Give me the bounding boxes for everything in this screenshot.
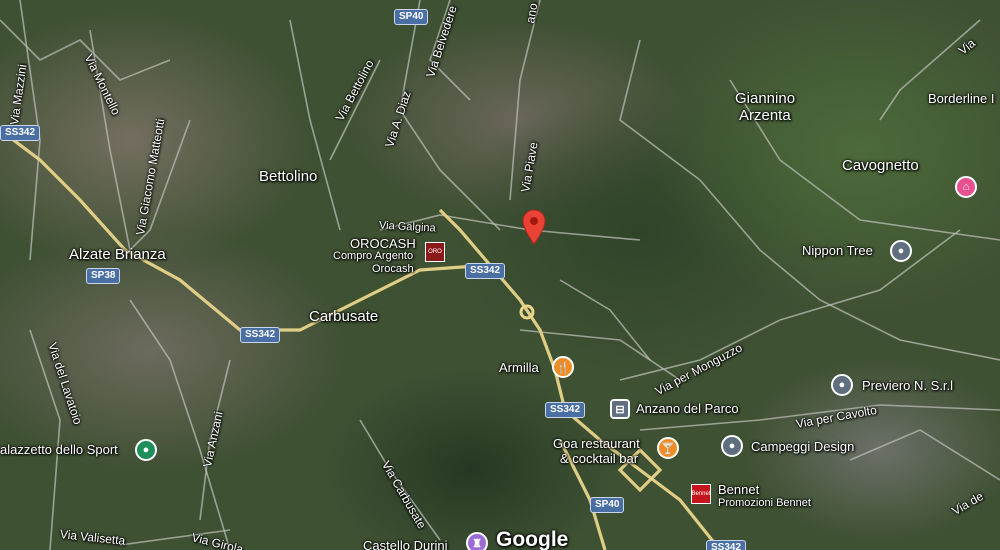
poi-previero-label[interactable]: Previero N. S.r.l (862, 378, 953, 393)
poi-armilla-label[interactable]: Armilla (499, 360, 539, 375)
poi-orocash-title[interactable]: OROCASH (350, 236, 416, 251)
train-station-icon[interactable]: ⊟ (610, 399, 630, 419)
place-cavognetto: Cavognetto (842, 157, 919, 174)
cocktail-bar-icon[interactable]: 🍸 (657, 437, 679, 459)
poi-borderline-label[interactable]: Borderline I (928, 91, 994, 106)
place-alzate-brianza: Alzate Brianza (69, 246, 166, 263)
road-shield-sp38: SP38 (86, 268, 121, 284)
location-pin-icon[interactable]: ● (890, 240, 912, 262)
poi-bennet-label[interactable]: Bennet (718, 482, 759, 497)
road-shield-ss342: SS342 (0, 125, 41, 141)
restaurant-fork-knife-icon[interactable]: 🍴 (552, 356, 574, 378)
place-carbusate: Carbusate (309, 308, 379, 325)
road-shield-sp40: SP40 (590, 497, 625, 513)
poi-palazzetto-label[interactable]: alazzetto dello Sport (0, 442, 118, 457)
road-shield-ss342: SS342 (465, 263, 506, 279)
poi-anzano-del-parco-label[interactable]: Anzano del Parco (636, 401, 739, 416)
sports-venue-pin-icon[interactable]: ● (135, 439, 157, 461)
road-shield-ss342: SS342 (706, 540, 747, 550)
landmark-castle-icon[interactable]: ♜ (466, 532, 488, 550)
satellite-map[interactable]: Alzate Brianza Bettolino Carbusate Giann… (0, 0, 1000, 550)
road-shield-sp40: SP40 (394, 9, 429, 25)
poi-bennet-subtitle: Promozioni Bennet (718, 497, 811, 509)
poi-orocash-subtitle-2: Orocash (372, 263, 414, 275)
hotel-bed-icon[interactable]: ⌂ (955, 176, 977, 198)
location-pin-icon[interactable]: ● (831, 374, 853, 396)
poi-campeggi-design-label[interactable]: Campeggi Design (751, 439, 854, 454)
place-bettolino: Bettolino (259, 168, 318, 185)
poi-orocash-subtitle: Compro Argento (333, 250, 414, 262)
location-pin-icon[interactable]: ● (721, 435, 743, 457)
bennet-store-icon[interactable]: Bennet (691, 484, 711, 504)
place-arzenta: Arzenta (739, 107, 791, 124)
google-logo: Google (496, 528, 569, 550)
selected-location-pin-icon[interactable] (521, 208, 547, 246)
poi-goa-label-2: & cocktail bar (560, 451, 639, 466)
poi-nippon-tree-label[interactable]: Nippon Tree (802, 243, 873, 258)
road-shield-ss342: SS342 (545, 402, 586, 418)
place-giannino: Giannino (735, 90, 796, 107)
poi-castello-durini-label[interactable]: Castello Durini (363, 538, 448, 550)
poi-goa-label[interactable]: Goa restaurant (553, 436, 640, 451)
orocash-shop-icon[interactable]: ORO (425, 242, 445, 262)
road-shield-ss342: SS342 (240, 327, 281, 343)
